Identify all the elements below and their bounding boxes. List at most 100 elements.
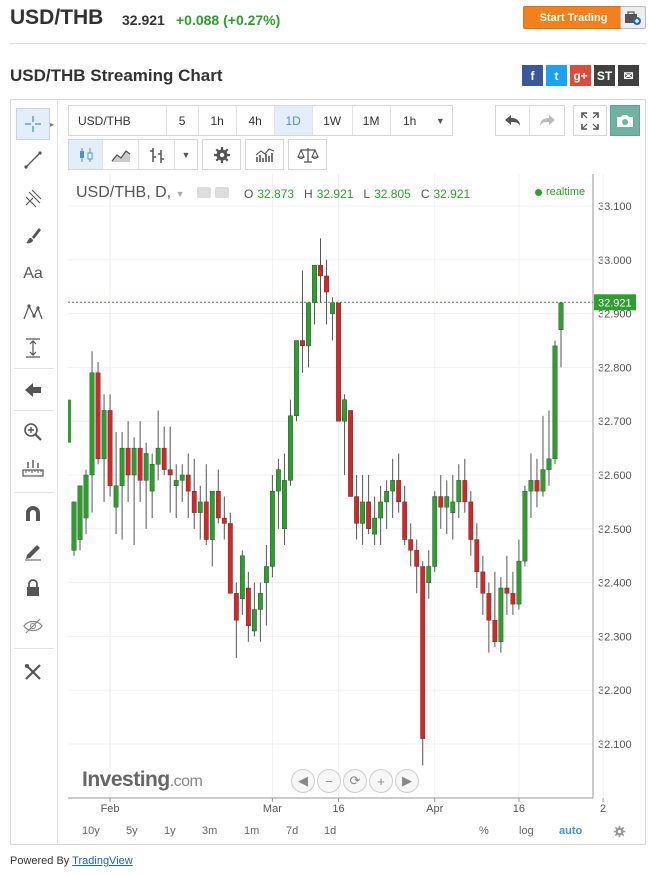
candle-body [300,340,305,347]
candle-body [89,372,95,476]
candle-body [384,490,390,503]
x-tick-label: 16 [513,803,525,815]
candle-body [312,264,317,304]
range-button-10y[interactable]: 10y [82,820,100,842]
scale-settings-button[interactable] [613,820,626,842]
range-bar: % log auto 10y 5y 1y 3m 1m 7d 1d [68,820,633,842]
candle-body [438,496,444,508]
candle-body [191,490,197,513]
candle-body [95,372,101,460]
candle-body [414,550,420,567]
range-button-7d[interactable]: 7d [286,820,298,842]
candle-body [480,571,486,594]
range-button-5y[interactable]: 5y [126,820,138,842]
zoom-out-button[interactable]: − [317,769,341,793]
high-value: 32.921 [316,187,354,201]
candle-body [522,490,528,562]
candle-body [342,399,347,422]
powered-by-label: Powered By [10,855,70,867]
candle-body [288,415,293,481]
last-price-label: 32.921 [598,297,632,309]
candle-body [498,587,504,642]
arrow-left-icon: ◀ [298,773,308,788]
candle-body [113,485,119,508]
range-button-3m[interactable]: 3m [202,820,217,842]
price-chart[interactable]: 33.10033.00032.90032.80032.70032.60032.5… [0,0,648,875]
candle-body [306,302,311,347]
scroll-right-button[interactable]: ▶ [395,769,419,793]
candle-body [366,501,372,529]
candle-body [402,501,408,540]
candle-body [83,474,89,519]
candle-body [408,539,414,551]
candle-body [233,593,239,621]
candle-body [101,410,107,460]
auto-scale-button[interactable]: auto [559,820,582,842]
candle-body [276,469,281,492]
reset-button[interactable]: ⟳ [343,769,367,793]
legend-settings-icon[interactable] [215,187,230,199]
candle-body [372,517,378,535]
x-tick-label: Feb [101,803,120,815]
candle-body [209,490,215,540]
candle-body [143,453,149,481]
minus-icon: − [325,773,333,789]
candle-body [444,496,450,508]
candle-body [510,593,516,605]
x-tick-label: 16 [332,803,344,815]
close-value: 32.921 [433,187,471,201]
candle-body [426,566,432,583]
candle-body-partial [68,399,71,443]
candle-body [390,480,396,492]
range-button-1d[interactable]: 1d [324,820,336,842]
candle-body [504,587,510,594]
legend-dropdown-icon[interactable]: ▼ [176,189,185,199]
candle-body [462,480,468,503]
candle-body [552,345,558,460]
percent-scale-button[interactable]: % [479,820,489,842]
plot-area[interactable] [68,174,593,798]
range-button-1y[interactable]: 1y [164,820,176,842]
candle-body [161,447,167,470]
candle-body [456,480,462,503]
candle-body [528,480,534,492]
candle-body [354,496,359,524]
candle-body [227,523,233,594]
candle-body [131,447,137,476]
low-value: 32.805 [374,187,411,201]
candle-body [185,474,191,492]
candle-body [468,501,474,540]
realtime-label: realtime [546,186,586,198]
candle-body [348,410,353,497]
candle-body [119,447,125,486]
log-scale-button[interactable]: log [519,820,534,842]
candle-body [432,496,438,567]
range-button-1m[interactable]: 1m [244,820,259,842]
legend-ohlc: O 32.873 H 32.921 L 32.805 C 32.921 [244,187,476,201]
candle-body [71,501,77,551]
legend-visibility-icon[interactable] [196,187,211,199]
candle-body [137,447,143,481]
candle-body [336,302,341,422]
legend-symbol: USD/THB, D, ▼ [76,184,230,202]
candle-body [540,469,546,492]
arrow-right-icon: ▶ [402,773,412,788]
gear-icon [613,825,626,837]
high-label: H [304,187,313,201]
zoom-in-button[interactable]: + [369,769,393,793]
candle-body [282,480,287,530]
candle-body [516,560,522,605]
candle-body [330,302,335,314]
scroll-left-button[interactable]: ◀ [291,769,315,793]
candle-body [107,410,113,486]
candle-body [546,458,552,470]
tradingview-link[interactable]: TradingView [72,855,133,867]
candle-body [492,620,498,642]
candle-body [534,480,540,492]
candle-body [420,566,426,739]
candle-body [155,447,161,465]
candle-body [360,501,365,524]
candle-body [215,490,221,519]
candle-body [239,555,245,599]
realtime-dot-icon [535,188,542,196]
